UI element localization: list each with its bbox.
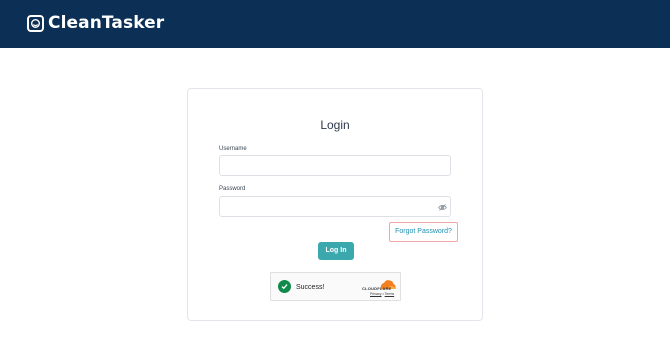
login-title: Login xyxy=(320,118,350,132)
captcha-links: Privacy • Terms xyxy=(370,292,394,296)
smile-box-icon xyxy=(27,14,44,32)
captcha-status: Success! xyxy=(296,284,325,291)
terms-link[interactable]: Terms xyxy=(385,292,395,296)
captcha-widget: Success! CLOUDFLARE Privacy • Terms xyxy=(270,272,401,301)
forgot-password-link[interactable]: Forgot Password? xyxy=(389,222,458,242)
login-card: Login Username Password Forgot Password?… xyxy=(187,88,483,321)
brand[interactable]: CleanTasker xyxy=(27,13,164,33)
cloudflare-wordmark: CLOUDFLARE xyxy=(362,286,392,291)
password-label: Password xyxy=(219,186,246,192)
password-input[interactable] xyxy=(219,196,451,217)
username-input[interactable] xyxy=(219,155,451,176)
top-navbar: CleanTasker xyxy=(0,0,670,48)
username-label: Username xyxy=(219,146,247,152)
check-circle-icon xyxy=(278,280,291,293)
link-separator: • xyxy=(382,292,384,296)
brand-name: CleanTasker xyxy=(48,13,165,33)
login-button[interactable]: Log In xyxy=(318,242,354,260)
privacy-link[interactable]: Privacy xyxy=(370,292,381,296)
eye-slash-icon[interactable] xyxy=(438,204,447,211)
